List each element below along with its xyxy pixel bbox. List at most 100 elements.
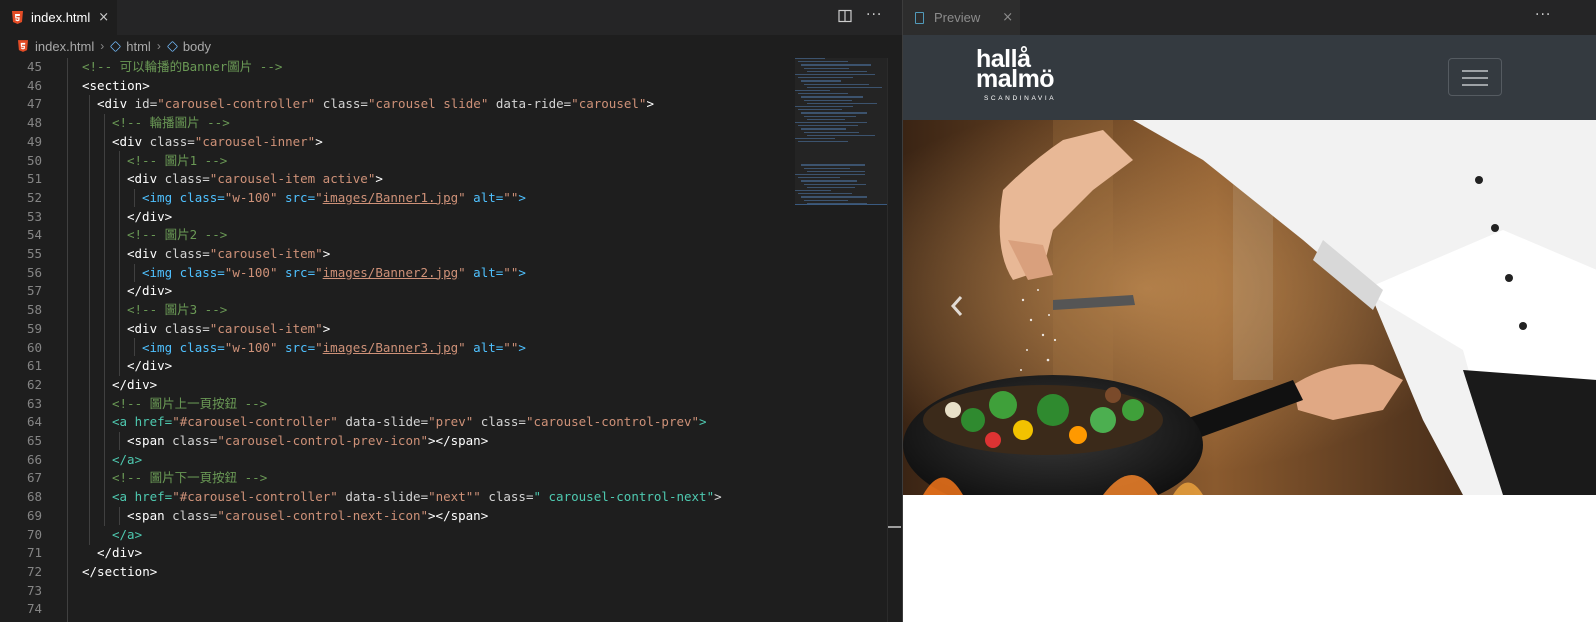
tab-preview[interactable]: Preview ×: [903, 0, 1020, 35]
code-file-link[interactable]: images/Banner2.jpg: [323, 265, 458, 280]
breadcrumb-item-file[interactable]: index.html: [18, 39, 94, 54]
code-attr: class=: [164, 171, 210, 187]
breadcrumb: index.html › html › body: [0, 35, 902, 57]
chevron-left-icon: [947, 294, 967, 318]
code-string: "carousel slide": [367, 96, 489, 112]
code-tag: </div>: [112, 376, 158, 392]
code-line: </a>: [112, 526, 142, 545]
split-editor-icon[interactable]: [838, 9, 852, 27]
indent-guide: [119, 432, 120, 450]
code-line: <span class="carousel-control-next-icon"…: [127, 507, 488, 526]
breadcrumb-separator: ›: [100, 39, 105, 53]
code-editor[interactable]: index.html × ··· index.html › html › bod…: [0, 0, 902, 622]
code-attr: src=: [277, 264, 316, 280]
more-actions-icon[interactable]: ···: [1535, 7, 1551, 23]
code-line: <div class="carousel-item active">: [127, 170, 383, 189]
html5-icon: [12, 11, 23, 24]
hamburger-menu-icon-bar: [1462, 84, 1488, 86]
code-file-link[interactable]: images/Banner1.jpg: [323, 190, 458, 205]
logo-tagline: SCANDINAVIA: [984, 95, 1057, 102]
tab-index-html[interactable]: index.html ×: [0, 0, 117, 35]
breadcrumb-item-body[interactable]: body: [166, 38, 212, 54]
code-attr: class=: [172, 507, 218, 523]
code-comment: <!-- 圖片3 -->: [127, 302, 228, 318]
code-string: "w-100": [224, 189, 278, 205]
hamburger-menu-icon-bar: [1462, 70, 1488, 72]
code-line: <div class="carousel-item">: [127, 245, 330, 264]
code-tag: <div: [112, 133, 150, 149]
code-attr: data-slide=: [337, 414, 429, 430]
line-number: 67: [26, 470, 42, 486]
code-tag: <div: [127, 320, 165, 336]
code-string: "w-100": [224, 264, 278, 280]
code-anchor-tag: </a>: [112, 451, 143, 467]
breadcrumb-label: body: [182, 38, 212, 54]
code-attr: alt=: [465, 339, 504, 355]
line-number: 57: [26, 283, 42, 299]
code-string: "#carousel-controller": [172, 489, 338, 505]
indent-guide: [119, 151, 120, 376]
code-string: ": [315, 339, 323, 355]
code-tag: >: [375, 171, 383, 187]
code-string: "carousel-item active": [209, 171, 376, 187]
code-line: </div>: [112, 376, 157, 395]
code-string: "": [503, 339, 519, 355]
carousel-prev-control[interactable]: [903, 120, 1003, 495]
symbol-cube-icon: [110, 40, 122, 52]
line-number: 62: [26, 376, 42, 392]
code-line: </div>: [127, 282, 172, 301]
line-number: 66: [26, 451, 42, 467]
navbar-toggler-button[interactable]: [1448, 58, 1502, 96]
code-line: <div class="carousel-item">: [127, 320, 330, 339]
line-number: 54: [26, 227, 42, 243]
editor-tab-bar: index.html × ···: [0, 0, 902, 35]
code-attr: alt=: [465, 264, 504, 280]
symbol-cube-icon: [166, 40, 178, 52]
site-logo[interactable]: hallå malmö SCANDINAVIA: [976, 47, 1066, 105]
code-tag: ></span>: [428, 507, 489, 523]
close-icon[interactable]: ×: [1002, 10, 1013, 25]
code-line: </div>: [127, 208, 172, 227]
line-number: 69: [26, 507, 42, 523]
code-text-area[interactable]: <!-- 可以輪播的Banner圖片 --> <section> <div id…: [67, 58, 782, 622]
code-anchor-tag: <a: [112, 489, 135, 505]
tab-label: Preview: [934, 10, 981, 25]
code-tag: </div>: [127, 208, 173, 224]
code-line: <!-- 圖片3 -->: [127, 301, 227, 320]
code-anchor-tag: <a: [112, 414, 135, 430]
code-anchor-tag: >: [714, 489, 722, 505]
hamburger-menu-icon-bar: [1462, 77, 1488, 79]
more-actions-icon[interactable]: ···: [866, 7, 882, 23]
code-string: "carousel-inner": [194, 133, 316, 149]
site-navbar: hallå malmö SCANDINAVIA: [903, 35, 1596, 120]
code-line: <div class="carousel-inner">: [112, 133, 323, 152]
tab-label: index.html: [31, 10, 91, 25]
code-string: ": [458, 189, 466, 205]
code-attr: class=: [480, 489, 534, 505]
code-comment: <!-- 圖片下一頁按鈕 -->: [112, 470, 268, 486]
minimap-viewport-slider[interactable]: [795, 58, 887, 205]
code-string: "next"": [428, 489, 481, 505]
code-string: "carousel-control-prev": [525, 414, 700, 430]
code-line: <img class="w-100" src="images/Banner3.j…: [142, 339, 526, 358]
close-icon[interactable]: ×: [98, 10, 109, 25]
code-attr: href=: [134, 414, 173, 430]
line-number: 64: [26, 414, 42, 430]
vertical-scrollbar[interactable]: [887, 58, 902, 622]
code-line: <!-- 圖片2 -->: [127, 226, 227, 245]
code-string: "carousel-item": [209, 320, 323, 336]
chef-cooking-photo: [903, 120, 1596, 495]
code-string: "carousel-control-prev-icon": [217, 433, 429, 448]
code-anchor-tag: </a>: [112, 526, 143, 542]
line-number: 49: [26, 133, 42, 149]
carousel-banner-image: [903, 120, 1596, 495]
code-tag: <div: [127, 171, 165, 187]
code-file-link[interactable]: images/Banner3.jpg: [323, 340, 458, 355]
code-tag: ></span>: [428, 433, 489, 448]
code-string: "carousel-item": [209, 246, 323, 261]
line-number: 55: [26, 246, 42, 261]
code-attr: alt=: [465, 189, 504, 205]
code-line: </div>: [97, 544, 142, 563]
breadcrumb-item-html[interactable]: html: [110, 39, 151, 54]
code-img-tag: <img: [142, 189, 180, 205]
